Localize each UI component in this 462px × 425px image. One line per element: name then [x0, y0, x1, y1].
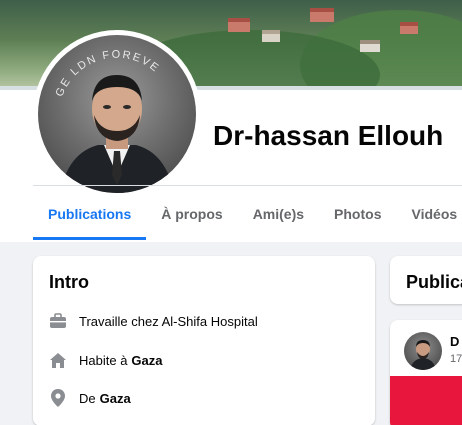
location-pin-icon	[49, 389, 67, 407]
publications-card: Publica	[390, 256, 462, 304]
tab-friends[interactable]: Ami(e)s	[238, 196, 319, 240]
tab-videos[interactable]: Vidéos	[397, 196, 462, 240]
intro-lives-row: Habite à Gaza	[49, 351, 163, 369]
divider	[33, 185, 462, 186]
intro-work-text: Travaille chez Al-Shifa Hospital	[79, 313, 258, 329]
intro-lives-place[interactable]: Gaza	[131, 353, 162, 368]
post-timestamp[interactable]: 17	[450, 353, 462, 365]
post-card: D 17	[390, 320, 462, 425]
intro-from-place[interactable]: Gaza	[100, 391, 131, 406]
tab-about[interactable]: À propos	[146, 196, 237, 240]
publications-heading: Publica	[406, 272, 462, 292]
profile-name: Dr-hassan Ellouh	[213, 120, 444, 151]
tab-publications[interactable]: Publications	[33, 196, 147, 240]
profile-picture[interactable]: GE LDN FOREVE	[33, 30, 201, 198]
intro-work-row: Travaille chez Al-Shifa Hospital	[49, 312, 258, 330]
intro-card: Intro Travaille chez Al-Shifa Hospital H…	[33, 256, 375, 425]
profile-tabs: Publications À propos Ami(e)s Photos Vid…	[33, 196, 462, 240]
post-author-avatar[interactable]	[404, 332, 442, 370]
briefcase-icon	[49, 312, 67, 330]
avatar-arc-text: GE LDN FOREVE	[54, 49, 162, 99]
intro-title: Intro	[49, 272, 89, 292]
intro-from-prefix: De	[79, 390, 96, 406]
tab-photos[interactable]: Photos	[319, 196, 396, 240]
post-image[interactable]	[390, 376, 462, 425]
intro-from-row: De Gaza	[49, 389, 131, 407]
svg-text:GE LDN FOREVE: GE LDN FOREVE	[54, 49, 162, 99]
post-author-name[interactable]: D	[450, 334, 459, 349]
home-icon	[49, 351, 67, 369]
intro-lives-prefix: Habite à	[79, 352, 128, 368]
